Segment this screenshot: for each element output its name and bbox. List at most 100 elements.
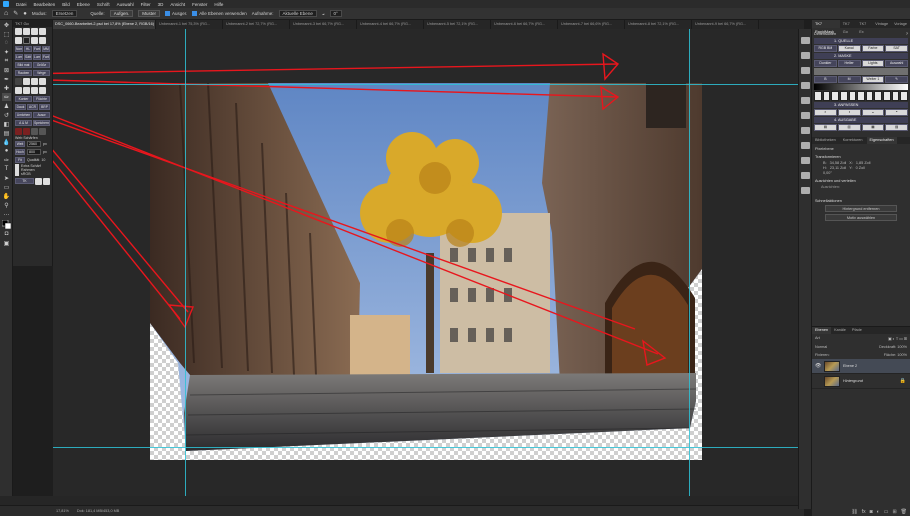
screen-mode-icon[interactable]: ▣ (2, 239, 11, 247)
adjust-button[interactable]: ◐ (814, 109, 837, 116)
mask-icon[interactable]: ◙ (870, 509, 873, 515)
shape-icon[interactable]: ▭ (2, 183, 11, 191)
tk-white-icon[interactable] (15, 37, 22, 44)
guide-vertical[interactable] (689, 29, 690, 496)
tk-layer-icon[interactable] (31, 28, 38, 35)
x-value[interactable]: 1,85 Zoll (856, 161, 871, 165)
new-layer-icon[interactable]: ⊞ (892, 509, 896, 515)
tab-pfade[interactable]: Pfade (849, 327, 865, 334)
help-icon[interactable]: ? (906, 32, 908, 36)
tk-tool-icon[interactable] (23, 87, 30, 94)
tab-document[interactable]: Unbenannt-1 bei 75,3% (RG... (156, 20, 223, 29)
tk-ausw-button[interactable]: Ausw (33, 112, 50, 118)
tk-acr-button[interactable]: ACR (27, 104, 38, 110)
tk-mm-button[interactable]: MM (42, 46, 50, 52)
range-sliders[interactable] (814, 91, 909, 101)
path-select-icon[interactable]: ➤ (2, 174, 11, 182)
height-button[interactable]: Hoch (15, 149, 25, 155)
b-button[interactable]: B (814, 76, 837, 83)
stamp-icon[interactable]: ♟ (2, 102, 11, 110)
tk-saettig-button[interactable]: Sättig (24, 54, 32, 60)
tk-groesse-button[interactable]: Größe (33, 62, 50, 68)
output-button[interactable]: ▧ (885, 124, 908, 131)
tab-bibliotheken[interactable]: Bibliotheken (812, 137, 839, 144)
menu-3d[interactable]: 3D (158, 2, 164, 7)
zoom-icon[interactable]: ⚲ (2, 201, 11, 209)
tk-lumhl-button[interactable]: Lum HL (15, 54, 23, 60)
tab-active-document[interactable]: DSC_0660-Bearbeitet-2.psd bei 17,8% (Ebe… (52, 20, 156, 29)
layer-filter-kind[interactable]: Art (815, 336, 820, 341)
farbe-button[interactable]: Farbe (861, 45, 885, 52)
filter-icons[interactable]: ▣ ◐ T ▭ ⊞ (888, 336, 907, 341)
tk-norm-button[interactable]: Norm (15, 46, 23, 52)
tab-ebenen[interactable]: Ebenen (812, 327, 832, 334)
tk-tool-icon[interactable] (15, 78, 22, 85)
lights-button[interactable]: Lights (861, 60, 885, 67)
styles-icon[interactable] (800, 172, 810, 179)
menu-schrift[interactable]: Schrift (97, 2, 110, 7)
tab-document[interactable]: Unbenannt-8 bei 72,1% (RG... (625, 20, 692, 29)
color-swatches-icon[interactable] (2, 219, 11, 229)
output-button[interactable]: ▦ (861, 124, 885, 131)
tk-tool-icon[interactable] (23, 78, 30, 85)
muster-button[interactable]: Muster (138, 10, 160, 17)
tab-tk7-go[interactable]: TK7 Go (840, 20, 857, 34)
quick-select-icon[interactable]: ✦ (2, 48, 11, 56)
adjust-button[interactable]: ◓ (885, 109, 908, 116)
m-button[interactable]: M (837, 76, 861, 83)
tk-umkrhen-button[interactable]: Umkrhen (15, 112, 32, 118)
stamp-tool-icon[interactable]: ✎ (13, 10, 18, 17)
lasso-icon[interactable]: ◌ (2, 39, 11, 47)
tk-hl-button[interactable]: HL (24, 46, 32, 52)
tk-lum-button[interactable]: Lum (33, 54, 41, 60)
dunkler-button[interactable]: Dunkler (814, 60, 837, 67)
auswahl-button[interactable]: Auswahl (885, 60, 908, 67)
quality-value[interactable]: 10 (41, 158, 45, 162)
tk-mask-icon[interactable] (23, 28, 30, 35)
modus-select[interactable]: Ersetzen (51, 10, 78, 17)
tk-black-icon[interactable] (23, 37, 30, 44)
brush-tool-button[interactable]: ✎ (885, 76, 908, 83)
gradient-icon[interactable]: ▤ (2, 129, 11, 137)
menu-datei[interactable]: Datei (16, 2, 27, 7)
rgb-bm-button[interactable]: RGB BM (814, 45, 837, 52)
adjust-button[interactable]: ◒ (861, 109, 885, 116)
tab-vorlage[interactable]: Vorlage (891, 20, 910, 28)
angle-value[interactable]: 0,00° (823, 171, 832, 175)
tk-tool-icon[interactable] (31, 78, 38, 85)
blur-icon[interactable]: 💧 (2, 138, 11, 146)
image-icon[interactable] (800, 187, 810, 194)
pen-icon[interactable]: ✑ (2, 156, 11, 164)
angle-icon[interactable]: ⦟ (322, 11, 325, 16)
tk-save-icon[interactable] (31, 128, 38, 135)
tk-trash-icon[interactable] (39, 128, 46, 135)
history-brush-icon[interactable]: ↺ (2, 111, 11, 119)
tk-tool-icon[interactable] (31, 87, 38, 94)
tab-kanaele[interactable]: Kanäle (831, 327, 849, 334)
guide-vertical[interactable] (185, 29, 186, 496)
tk-farbe-button[interactable]: Farbe (33, 46, 41, 52)
paragraph-icon[interactable] (800, 157, 810, 164)
tab-korrekturen[interactable]: Korrekturen (840, 137, 866, 144)
tk-fill-icon[interactable] (39, 28, 46, 35)
canvas-area[interactable] (53, 29, 804, 496)
layer-row[interactable]: 👁 Ebene 2 (812, 359, 910, 374)
tk-brush-icon[interactable] (15, 28, 22, 35)
trash-icon[interactable]: 🗑 (901, 509, 907, 515)
weiter-button[interactable]: Weiter 1 (861, 76, 885, 83)
folder-icon[interactable]: ▭ (884, 509, 889, 515)
tk-tool-icon[interactable] (39, 78, 46, 85)
eraser-icon[interactable]: ◧ (2, 120, 11, 128)
tab-vintage[interactable]: Vintage (872, 20, 891, 28)
healing-brush-icon[interactable]: ✚ (2, 84, 11, 92)
tk-am-button[interactable]: A & M (15, 120, 32, 126)
menu-hilfe[interactable]: Hilfe (214, 2, 223, 7)
tk-reset-icon[interactable] (39, 37, 46, 44)
tk-brp-button[interactable]: BRP (39, 104, 50, 110)
menu-filter[interactable]: Filter (141, 2, 151, 7)
layer-name[interactable]: Ebene 2 (843, 364, 910, 368)
hand-icon[interactable]: ✋ (2, 192, 11, 200)
ausger-checkbox[interactable]: Ausger. (164, 11, 187, 16)
learn-icon[interactable] (800, 142, 810, 149)
menu-ebene[interactable]: Ebene (77, 2, 90, 7)
